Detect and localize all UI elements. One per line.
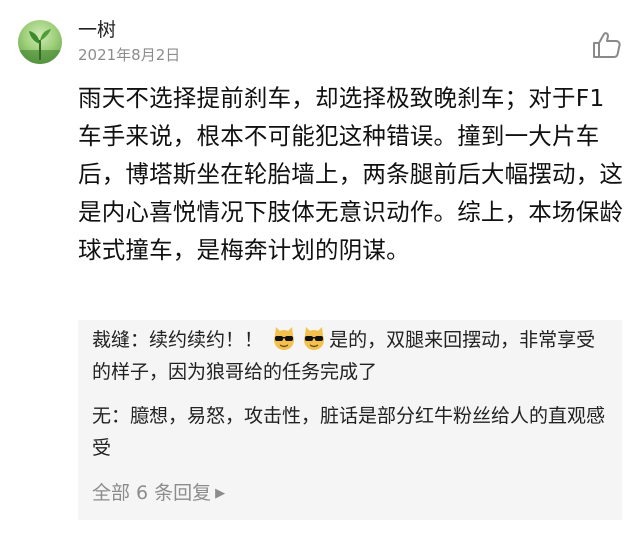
reply-separator: ： <box>130 329 150 351</box>
reply-text: 臆想，易怒，攻击性，脏话是部分红牛粉丝给人的直观感受 <box>92 405 606 459</box>
cool-cat-emoji <box>301 325 327 351</box>
caret-right-icon: ▶ <box>215 486 226 501</box>
reply-text: 续约续约！！ <box>149 329 264 351</box>
view-all-replies-link[interactable]: 全部 6 条回复 ▶ <box>92 478 225 509</box>
author-name[interactable]: 一树 <box>78 18 116 42</box>
reply-item[interactable]: 无：臆想，易怒，攻击性，脏话是部分红牛粉丝给人的直观感受 <box>92 400 608 464</box>
post-body: 雨天不选择提前刹车，却选择极致晚刹车；对于F1车手来说，根本不可能犯这种错误。撞… <box>78 84 624 264</box>
post-date: 2021年8月2日 <box>78 46 181 64</box>
cool-cat-emoji <box>271 325 297 351</box>
reply-author[interactable]: 无 <box>92 405 111 427</box>
reply-separator: ： <box>111 405 131 427</box>
replies-panel: 裁缝：续约续约！！ 是的，双腿来回摆动，非常享受的样子，因为狼哥给的任务完成了 <box>78 320 622 520</box>
avatar[interactable] <box>18 20 62 64</box>
view-all-replies-label[interactable]: 全部 6 条回复 <box>92 482 211 504</box>
thumbs-up-icon <box>591 32 623 64</box>
reply-author[interactable]: 裁缝 <box>92 329 130 351</box>
reply-item[interactable]: 裁缝：续约续约！！ 是的，双腿来回摆动，非常享受的样子，因为狼哥给的任务完成了 <box>92 324 608 388</box>
like-button[interactable] <box>591 30 623 60</box>
